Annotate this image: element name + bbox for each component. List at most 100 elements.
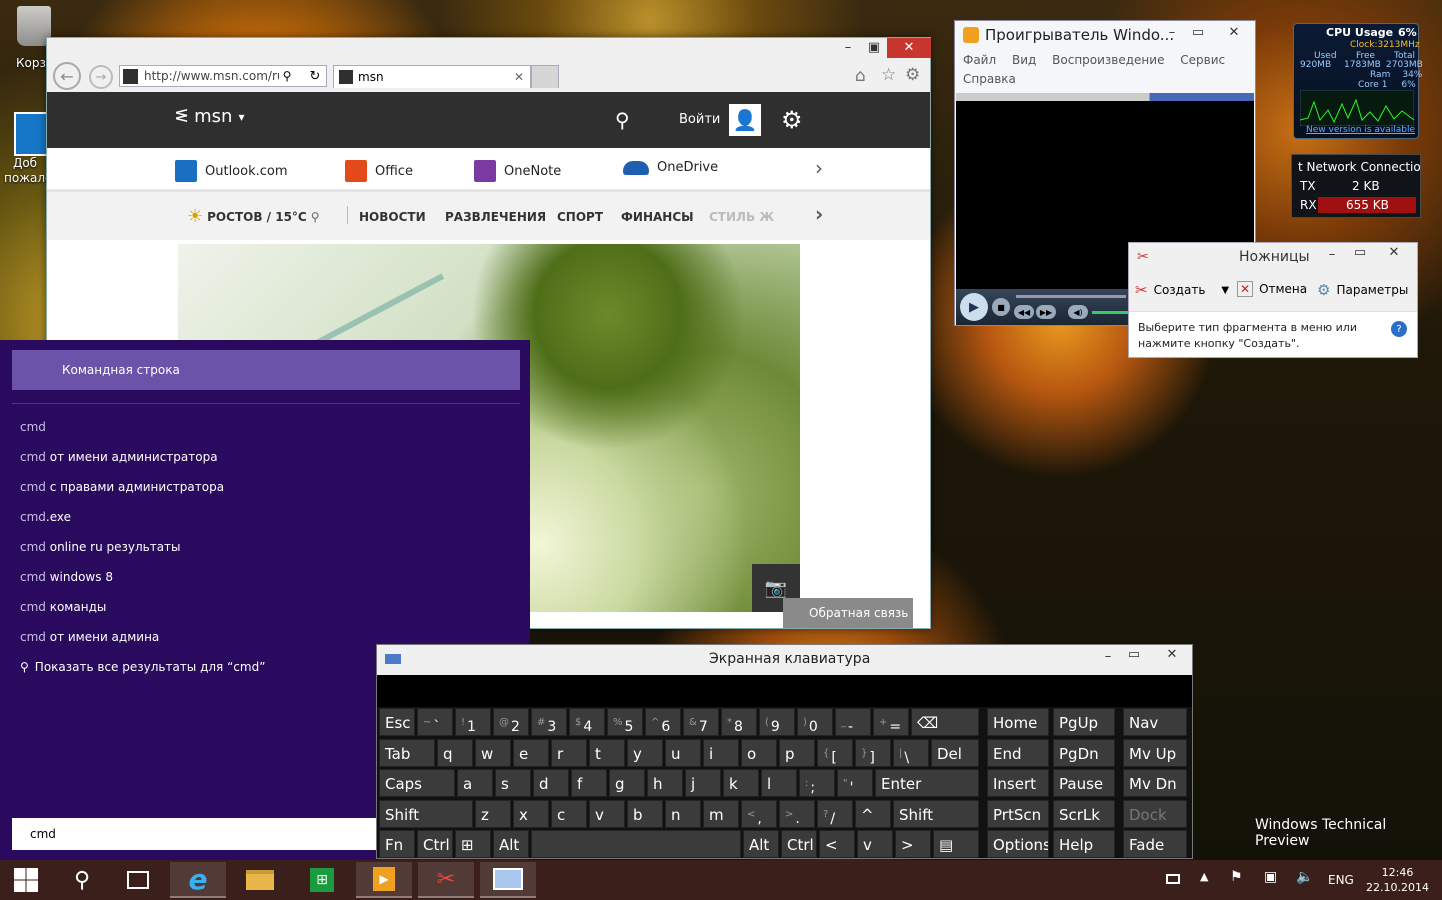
key[interactable]: v — [857, 830, 893, 859]
key[interactable]: l — [761, 769, 797, 798]
key[interactable]: < — [819, 830, 855, 859]
desktop-icon-welcome[interactable]: Доб пожало — [0, 112, 52, 186]
volume-icon[interactable]: 🔈 — [1296, 869, 1313, 885]
key[interactable]: t — [589, 738, 625, 767]
key[interactable]: w — [475, 738, 511, 767]
new-tab-button[interactable] — [531, 65, 559, 88]
cancel-button[interactable]: ✕ Отмена — [1237, 281, 1307, 297]
key[interactable]: g — [609, 769, 645, 798]
show-all-results-link[interactable]: ⚲ Показать все результаты для “cmd” — [20, 660, 265, 674]
msn-logo[interactable]: ᓬ msn ▾ — [175, 106, 244, 127]
key[interactable]: $4 — [569, 708, 605, 736]
forward-icon[interactable]: → — [89, 65, 113, 89]
volume-slider[interactable] — [1092, 311, 1128, 314]
key[interactable]: Tab — [379, 738, 435, 767]
task-view-button[interactable] — [110, 862, 166, 898]
key[interactable]: h — [647, 769, 683, 798]
key[interactable]: q — [437, 738, 473, 767]
key[interactable]: (9 — [759, 708, 795, 736]
refresh-icon[interactable]: ↻ — [307, 66, 323, 86]
key[interactable]: Shift — [379, 799, 473, 828]
minimize-button[interactable]: – — [835, 38, 861, 58]
key[interactable]: + = — [873, 708, 909, 736]
menu-tools[interactable]: Сервис — [1180, 53, 1225, 67]
key[interactable]: Fn — [379, 830, 415, 859]
key[interactable]: Mv Dn — [1123, 769, 1187, 798]
key[interactable]: Shift — [893, 799, 979, 828]
settings-gear-icon[interactable]: ⚙ — [781, 106, 803, 134]
key[interactable]: * 8 — [721, 708, 757, 736]
key[interactable]: Esc — [379, 708, 415, 736]
key[interactable] — [531, 830, 741, 859]
key[interactable]: y — [627, 738, 663, 767]
key[interactable]: Enter — [875, 769, 979, 798]
key[interactable]: n — [665, 799, 701, 828]
key[interactable]: Help — [1053, 830, 1115, 859]
start-button[interactable] — [0, 862, 52, 898]
key[interactable]: Options — [987, 830, 1049, 859]
keyboard-tray-icon[interactable] — [1166, 874, 1180, 884]
search-result[interactable]: cmd online ru результаты — [20, 540, 181, 554]
network-icon[interactable]: ▣ — [1264, 869, 1277, 885]
search-input[interactable]: cmd — [12, 818, 376, 850]
key[interactable]: x — [513, 799, 549, 828]
key[interactable]: Caps — [379, 769, 455, 798]
key[interactable]: > — [895, 830, 931, 859]
play-icon[interactable]: ▶ — [960, 293, 988, 321]
search-result[interactable]: cmd.exe — [20, 510, 71, 524]
new-snip-button[interactable]: ✂ Создать ▼ — [1135, 281, 1229, 299]
chevron-down-icon[interactable]: ▼ — [1221, 285, 1229, 296]
chevron-right-icon[interactable]: › — [815, 202, 823, 226]
service-onedrive[interactable]: OneDrive — [623, 160, 718, 175]
address-bar[interactable]: http://www.msn.com/ru — [119, 65, 327, 87]
key[interactable]: Pause — [1053, 769, 1115, 798]
update-link[interactable]: New version is available — [1306, 125, 1415, 135]
key[interactable]: p — [779, 738, 815, 767]
search-result[interactable]: cmd windows 8 — [20, 570, 113, 584]
close-button[interactable]: ✕ — [887, 38, 931, 58]
key[interactable]: ▤ — [933, 830, 979, 859]
key[interactable]: Nav — [1123, 708, 1187, 736]
back-icon[interactable]: ← — [53, 62, 81, 90]
taskbar-media-player[interactable]: ▶ — [356, 862, 412, 898]
stop-icon[interactable]: ■ — [992, 298, 1010, 316]
chevron-up-icon[interactable]: ▲ — [1200, 870, 1208, 883]
key[interactable]: ⊞ — [455, 830, 491, 859]
key[interactable]: ! 1 — [455, 708, 491, 736]
key[interactable]: c — [551, 799, 587, 828]
key[interactable]: a — [457, 769, 493, 798]
close-button[interactable]: ✕ — [1381, 243, 1407, 263]
close-button[interactable]: ✕ — [1151, 645, 1193, 665]
chevron-right-icon[interactable]: › — [815, 156, 823, 180]
minimize-button[interactable]: – — [1159, 23, 1185, 43]
previous-icon[interactable]: ◀◀ — [1014, 305, 1034, 319]
help-icon[interactable]: ? — [1391, 321, 1407, 337]
category-entertainment[interactable]: РАЗВЛЕЧЕНИЯ — [445, 210, 546, 224]
feedback-button[interactable]: Обратная связь — [783, 598, 913, 628]
clock[interactable]: 12:46 22.10.2014 — [1366, 865, 1429, 895]
taskbar-store[interactable]: ⊞ — [294, 862, 350, 898]
key[interactable]: ^ — [855, 799, 891, 828]
key[interactable]: >. — [779, 799, 815, 828]
key[interactable]: j — [685, 769, 721, 798]
taskbar-on-screen-keyboard[interactable] — [480, 862, 536, 898]
key[interactable]: Dock — [1123, 799, 1187, 828]
menu-play[interactable]: Воспроизведение — [1052, 53, 1164, 67]
volume-icon[interactable]: ◀) — [1068, 305, 1088, 319]
key[interactable]: Alt — [493, 830, 529, 859]
key[interactable]: {[ — [817, 738, 853, 767]
key[interactable]: ) 0 — [797, 708, 833, 736]
key[interactable]: s — [495, 769, 531, 798]
search-result[interactable]: cmd от имени администратора — [20, 450, 218, 464]
taskbar-ie[interactable]: e — [170, 862, 226, 898]
search-icon[interactable]: ⚲ — [615, 108, 630, 132]
user-avatar-icon[interactable]: 👤 — [729, 104, 761, 136]
key[interactable]: PrtScn — [987, 799, 1049, 828]
next-icon[interactable]: ▶▶ — [1036, 305, 1056, 319]
key[interactable]: ? / — [817, 799, 853, 828]
search-result[interactable]: cmd с правами администратора — [20, 480, 224, 494]
key[interactable]: f — [571, 769, 607, 798]
key[interactable]: v — [589, 799, 625, 828]
key[interactable]: % 5 — [607, 708, 643, 736]
key[interactable]: Ctrl — [417, 830, 453, 859]
